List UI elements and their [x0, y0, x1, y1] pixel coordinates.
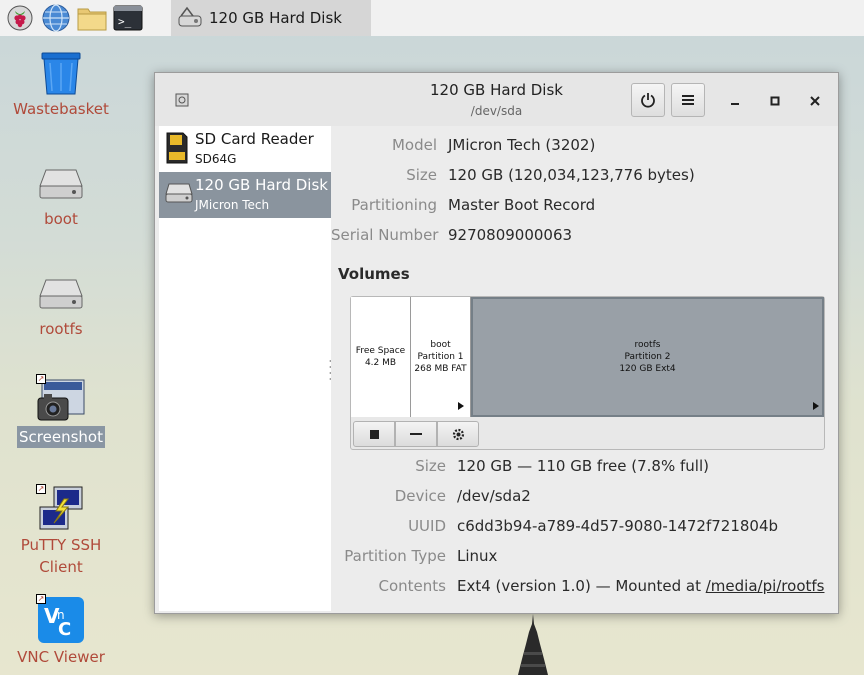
shortcut-arrow-icon: ↗ — [36, 374, 46, 384]
partition-free-space[interactable]: Free Space 4.2 MB — [351, 297, 411, 417]
drive-icon — [39, 279, 83, 309]
contents-text: Ext4 (version 1.0) — Mounted at — [457, 577, 706, 595]
info-value: Ext4 (version 1.0) — Mounted at /media/p… — [457, 577, 824, 595]
stop-icon — [369, 429, 379, 439]
delete-partition-button[interactable] — [395, 421, 437, 447]
hard-disk-icon — [165, 183, 193, 203]
partition-line: 268 MB FAT — [414, 364, 467, 374]
info-value: 120 GB — 110 GB free (7.8% full) — [457, 457, 709, 475]
partition-rootfs[interactable]: rootfs Partition 2 120 GB Ext4 — [471, 297, 824, 417]
terminal-icon[interactable]: >_ — [112, 3, 144, 33]
window-titlebar[interactable]: 120 GB Hard Disk /dev/sda — [155, 73, 838, 126]
expand-arrow-icon — [813, 402, 819, 410]
drive-name: SD Card Reader — [195, 130, 314, 148]
close-icon — [810, 96, 820, 106]
power-icon — [641, 93, 655, 108]
maximize-icon — [770, 96, 780, 106]
power-off-button[interactable] — [631, 83, 665, 117]
taskbar: >_ 120 GB Hard Disk — [0, 0, 864, 36]
taskbar-window-button[interactable]: 120 GB Hard Disk — [171, 0, 371, 36]
desktop-icon-label: PuTTY SSH Client — [20, 536, 102, 576]
drive-item-sd-card-reader[interactable]: SD Card Reader SD64G — [159, 126, 331, 172]
minimize-icon — [731, 103, 739, 105]
mount-point-link[interactable]: /media/pi/rootfs — [706, 577, 825, 595]
volumes-graphic: Free Space 4.2 MB boot Partition 1 268 M… — [350, 296, 825, 450]
drive-list: SD Card Reader SD64G 120 GB Hard Disk JM… — [159, 126, 331, 611]
info-value: 120 GB (120,034,123,776 bytes) — [448, 166, 695, 184]
disks-window: 120 GB Hard Disk /dev/sda SD Card Reader… — [154, 72, 839, 614]
desktop-icon-label: rootfs — [39, 320, 83, 338]
info-value: Master Boot Record — [448, 196, 596, 214]
svg-text:>_: >_ — [118, 15, 132, 28]
wallpaper-temple — [518, 614, 548, 675]
partition-line: 4.2 MB — [364, 358, 397, 368]
gear-icon — [452, 428, 464, 440]
wastebasket-icon — [41, 52, 81, 95]
partition-line: rootfs — [634, 340, 661, 350]
minimize-button[interactable] — [723, 89, 747, 113]
volumes-heading: Volumes — [338, 265, 410, 283]
drive-subtitle: JMicron Tech — [195, 198, 270, 212]
shortcut-arrow-icon: ↗ — [36, 594, 46, 604]
desktop-icon-wastebasket[interactable]: Wastebasket — [11, 48, 111, 120]
file-manager-icon[interactable] — [76, 3, 108, 33]
web-browser-icon[interactable] — [40, 3, 72, 33]
partition-line: 120 GB Ext4 — [619, 364, 676, 374]
desktop-icon-rootfs[interactable]: rootfs — [11, 268, 111, 340]
raspberry-menu-icon[interactable] — [4, 3, 36, 33]
info-label: Partition Type — [344, 547, 446, 565]
taskbar-window-title: 120 GB Hard Disk — [209, 9, 342, 27]
partition-line: Partition 1 — [417, 352, 464, 362]
minus-icon — [410, 433, 422, 435]
menu-button[interactable] — [671, 83, 705, 117]
partition-line: Free Space — [355, 346, 406, 356]
partition-settings-button[interactable] — [437, 421, 479, 447]
maximize-button[interactable] — [763, 89, 787, 113]
partition-line: Partition 2 — [624, 352, 671, 362]
disks-icon — [178, 6, 202, 27]
partition-line: boot — [430, 340, 451, 350]
info-value: Linux — [457, 547, 498, 565]
desktop-icon-label: Screenshot — [17, 426, 105, 448]
stop-button[interactable] — [353, 421, 395, 447]
info-value: JMicron Tech (3202) — [448, 136, 596, 154]
info-label: UUID — [408, 517, 446, 535]
info-label: Contents — [378, 577, 446, 595]
info-label: Serial Number — [331, 226, 439, 244]
drive-details: Model JMicron Tech (3202) Size 120 GB (1… — [331, 126, 838, 611]
sd-card-icon — [166, 132, 188, 164]
info-label: Size — [415, 457, 446, 475]
info-label: Device — [394, 487, 446, 505]
desktop-icon-boot[interactable]: boot — [11, 158, 111, 230]
volume-toolbar — [353, 421, 479, 447]
expand-arrow-icon — [458, 402, 464, 410]
info-value: 9270809000063 — [448, 226, 573, 244]
drive-item-hard-disk[interactable]: 120 GB Hard Disk JMicron Tech — [159, 172, 331, 218]
desktop-icon-label: Wastebasket — [13, 100, 109, 118]
desktop-icon-putty[interactable]: PuTTY SSH Client ↗ — [11, 484, 111, 578]
drive-name: 120 GB Hard Disk — [195, 176, 328, 194]
desktop-icon-screenshot[interactable]: Screenshot ↗ — [11, 374, 111, 448]
partition-boot[interactable]: boot Partition 1 268 MB FAT — [411, 297, 471, 417]
info-value: c6dd3b94-a789-4d57-9080-1472f721804b — [457, 517, 779, 535]
info-value: /dev/sda2 — [457, 487, 531, 505]
svg-text:n: n — [57, 608, 65, 622]
desktop-icon-vnc[interactable]: V C n VNC Viewer ↗ — [11, 594, 111, 668]
hamburger-menu-icon — [682, 95, 694, 105]
info-label: Size — [406, 166, 437, 184]
svg-text:C: C — [58, 619, 71, 640]
info-label: Partitioning — [351, 196, 437, 214]
info-label: Model — [391, 136, 437, 154]
drive-subtitle: SD64G — [195, 152, 237, 166]
desktop-icon-label: VNC Viewer — [17, 648, 105, 666]
close-button[interactable] — [803, 89, 827, 113]
drive-icon — [39, 169, 83, 199]
desktop-icon-label: boot — [44, 210, 78, 228]
shortcut-arrow-icon: ↗ — [36, 484, 46, 494]
